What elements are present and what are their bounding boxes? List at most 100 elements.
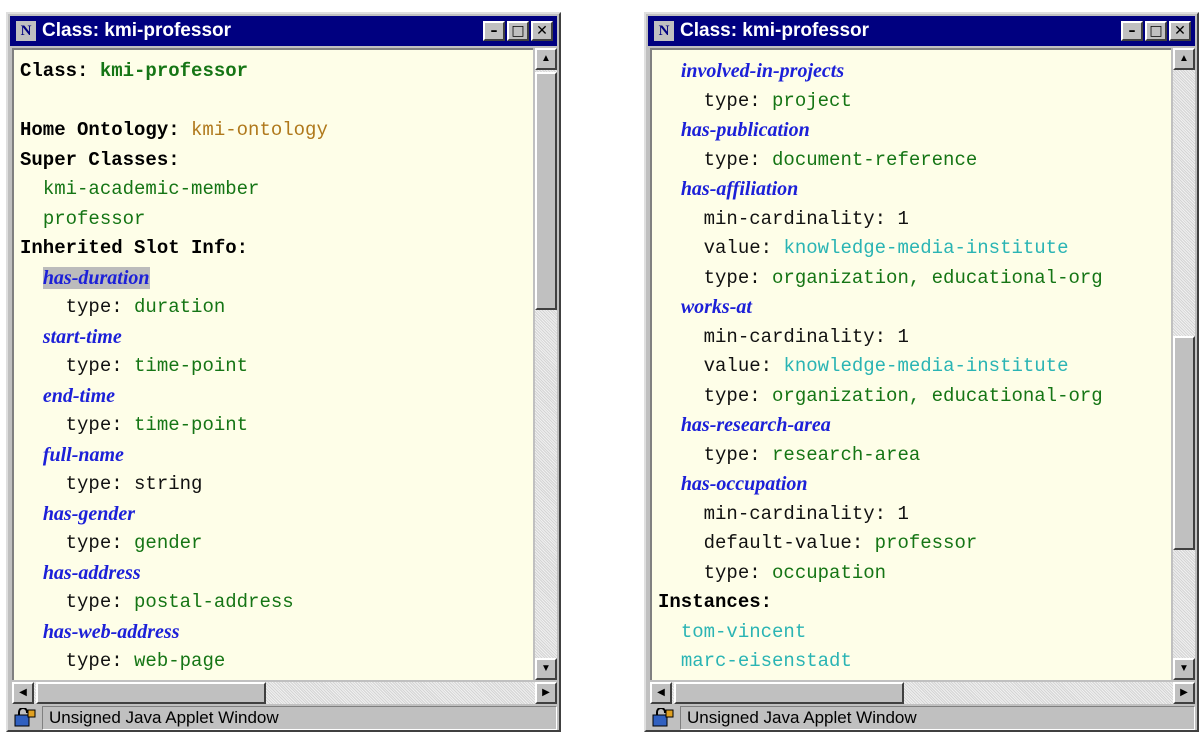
text-segment <box>658 326 704 348</box>
title-bar[interactable]: N Class: kmi-professor – □ ✕ <box>10 16 557 46</box>
slot-name-link[interactable]: involved-in-projects <box>681 60 844 82</box>
vertical-scrollbar[interactable]: ▲ ▼ <box>1173 48 1195 680</box>
info-line: end-time <box>20 381 115 411</box>
value-link[interactable]: time-point <box>134 414 248 436</box>
text-segment <box>658 562 704 584</box>
value-link[interactable]: kmi-ontology <box>191 119 328 141</box>
value-link[interactable]: professor <box>875 532 978 554</box>
value-link[interactable]: organization, educational-org <box>772 385 1103 407</box>
text-segment <box>20 268 43 290</box>
minimize-button[interactable]: – <box>1121 21 1143 41</box>
text-segment <box>658 267 704 289</box>
info-line: type: string <box>20 469 203 499</box>
lock-icon <box>652 707 674 728</box>
text-segment <box>658 149 704 171</box>
text-segment <box>658 90 704 112</box>
value-link[interactable]: project <box>772 90 852 112</box>
info-line: type: duration <box>20 292 226 322</box>
info-line: type: web-page <box>20 646 226 676</box>
text-segment <box>20 445 43 467</box>
class-info-panel: involved-in-projects type: project has-p… <box>650 48 1171 680</box>
text-segment <box>20 208 43 230</box>
value-link[interactable]: knowledge-media-institute <box>783 355 1068 377</box>
info-line: Inherited Slot Info: <box>20 233 248 263</box>
value-link[interactable]: professor <box>43 208 146 230</box>
vertical-scrollbar[interactable]: ▲ ▼ <box>535 48 557 680</box>
value-link[interactable]: document-reference <box>772 149 977 171</box>
info-line: start-time <box>20 322 122 352</box>
text-segment <box>658 503 704 525</box>
text-segment <box>658 415 681 437</box>
text-segment: min-cardinality: 1 <box>703 325 909 348</box>
scroll-left-arrow-icon[interactable]: ◀ <box>12 682 34 704</box>
scroll-right-arrow-icon[interactable]: ▶ <box>1173 682 1195 704</box>
info-line: has-address <box>20 558 141 588</box>
horizontal-scrollbar[interactable]: ◀ ▶ <box>650 682 1195 704</box>
slot-name-link[interactable]: has-web-address <box>43 621 180 643</box>
title-bar[interactable]: N Class: kmi-professor – □ ✕ <box>648 16 1195 46</box>
text-segment <box>20 296 66 318</box>
info-line: works-at <box>658 292 752 322</box>
scroll-left-arrow-icon[interactable]: ◀ <box>650 682 672 704</box>
minimize-button[interactable]: – <box>483 21 505 41</box>
value-link[interactable]: research-area <box>772 444 920 466</box>
vertical-scroll-thumb[interactable] <box>1173 336 1195 550</box>
text-segment <box>658 297 681 319</box>
close-button[interactable]: ✕ <box>531 21 553 41</box>
info-line: value: knowledge-media-institute <box>658 233 1069 263</box>
value-link[interactable]: kmi-academic-member <box>43 178 260 200</box>
info-line: min-cardinality: 1 <box>658 322 909 352</box>
text-segment <box>658 474 681 496</box>
value-link[interactable]: time-point <box>134 355 248 377</box>
maximize-button[interactable]: □ <box>1145 21 1167 41</box>
section-label: Class: <box>20 60 100 82</box>
scroll-right-arrow-icon[interactable]: ▶ <box>535 682 557 704</box>
close-button[interactable]: ✕ <box>1169 21 1191 41</box>
slot-name-link[interactable]: has-address <box>43 562 141 584</box>
slot-name-link[interactable]: has-occupation <box>681 473 808 495</box>
info-line: type: time-point <box>20 351 248 381</box>
info-line: type: occupation <box>658 558 886 588</box>
value-link[interactable]: postal-address <box>134 591 294 613</box>
slot-name-link[interactable]: has-duration <box>42 266 150 289</box>
slot-name-link[interactable]: start-time <box>43 326 122 348</box>
slot-name-link[interactable]: end-time <box>43 385 115 407</box>
text-segment <box>658 61 681 83</box>
text-segment <box>658 385 704 407</box>
value-link[interactable]: duration <box>134 296 225 318</box>
text-segment: string <box>134 473 203 495</box>
class-browser-window-right: N Class: kmi-professor – □ ✕ involved-in… <box>644 12 1199 732</box>
value-link[interactable]: organization, educational-org <box>772 267 1103 289</box>
text-segment: type: <box>703 561 773 584</box>
slot-name-link[interactable]: has-affiliation <box>681 178 798 200</box>
text-segment: min-cardinality: 1 <box>703 502 909 525</box>
scroll-down-arrow-icon[interactable]: ▼ <box>535 658 557 680</box>
text-segment <box>20 386 43 408</box>
horizontal-scroll-thumb[interactable] <box>36 682 266 704</box>
value-link[interactable]: occupation <box>772 562 886 584</box>
slot-name-link[interactable]: has-gender <box>43 503 135 525</box>
scroll-up-arrow-icon[interactable]: ▲ <box>1173 48 1195 70</box>
vertical-scroll-thumb[interactable] <box>535 72 557 310</box>
slot-name-link[interactable]: works-at <box>681 296 752 318</box>
value-link[interactable]: gender <box>134 532 202 554</box>
info-line: full-name <box>20 440 124 470</box>
horizontal-scroll-thumb[interactable] <box>674 682 904 704</box>
horizontal-scrollbar[interactable]: ◀ ▶ <box>12 682 557 704</box>
text-segment: type: <box>703 89 773 112</box>
slot-name-link[interactable]: full-name <box>43 444 124 466</box>
text-segment: type: <box>703 384 773 407</box>
value-link[interactable]: tom-vincent <box>681 621 806 643</box>
info-line: type: organization, educational-org <box>658 263 1103 293</box>
text-segment <box>658 208 704 230</box>
value-link[interactable]: knowledge-media-institute <box>783 237 1068 259</box>
value-link[interactable]: web-page <box>134 650 225 672</box>
scroll-up-arrow-icon[interactable]: ▲ <box>535 48 557 70</box>
value-link[interactable]: kmi-professor <box>100 60 248 82</box>
maximize-button[interactable]: □ <box>507 21 529 41</box>
slot-name-link[interactable]: has-research-area <box>681 414 831 436</box>
status-bar: Unsigned Java Applet Window <box>650 706 1195 730</box>
value-link[interactable]: marc-eisenstadt <box>681 650 852 672</box>
slot-name-link[interactable]: has-publication <box>681 119 810 141</box>
scroll-down-arrow-icon[interactable]: ▼ <box>1173 658 1195 680</box>
